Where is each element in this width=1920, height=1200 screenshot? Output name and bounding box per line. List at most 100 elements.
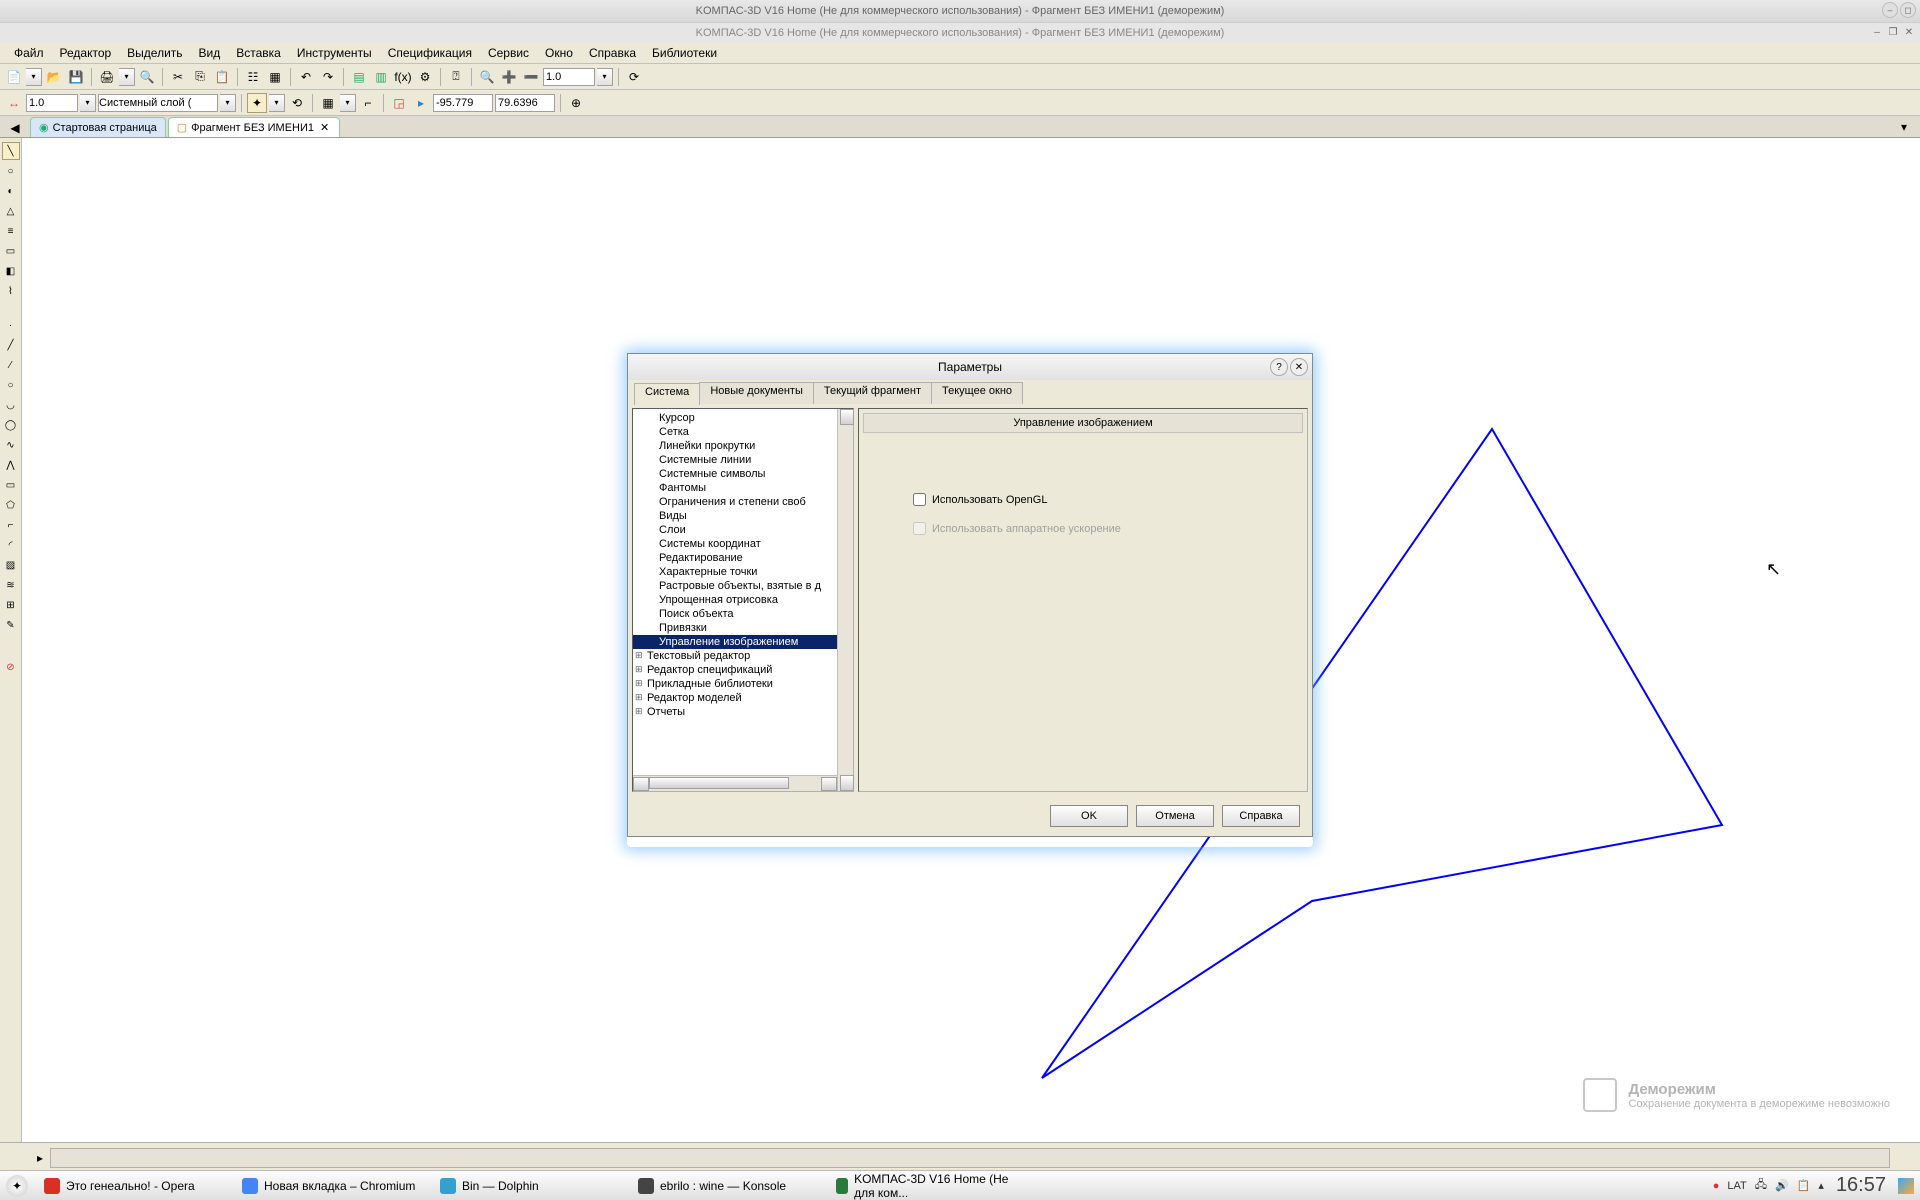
tree-item[interactable]: Характерные точки: [633, 565, 837, 579]
ok-button[interactable]: OK: [1050, 805, 1128, 827]
show-desktop-icon[interactable]: [1898, 1178, 1914, 1194]
layer-select[interactable]: [98, 94, 218, 112]
mdi-minimize-button[interactable]: –: [1870, 25, 1884, 39]
tab-fragment[interactable]: ▢ Фрагмент БЕЗ ИМЕНИ1 ✕: [168, 117, 340, 137]
opengl-checkbox-row[interactable]: Использовать OpenGL: [913, 493, 1303, 506]
arc-tool-icon[interactable]: ◡: [2, 396, 20, 414]
palette-icon-6[interactable]: ◧: [2, 262, 20, 280]
copy-icon[interactable]: ⎘: [190, 67, 210, 87]
zoom-scale-input[interactable]: [543, 68, 595, 86]
dialog-tab-system[interactable]: Система: [634, 383, 700, 405]
menu-editor[interactable]: Редактор: [52, 44, 120, 62]
tab-start-page[interactable]: ◉ Стартовая страница: [30, 117, 166, 137]
tree-item[interactable]: Растровые объекты, взятые в д: [633, 579, 837, 593]
preview-icon[interactable]: 🔍: [137, 67, 157, 87]
rect-tool-icon[interactable]: ▭: [2, 476, 20, 494]
coord-x-input[interactable]: [433, 94, 493, 112]
layer-dropdown[interactable]: ▾: [220, 94, 236, 112]
menu-help[interactable]: Справка: [581, 44, 644, 62]
tray-clipboard-icon[interactable]: 📋: [1797, 1179, 1811, 1192]
ortho-icon[interactable]: ⌐: [358, 93, 378, 113]
tabstrip-arrow-icon[interactable]: ◀: [6, 119, 24, 137]
zoom-window-icon[interactable]: 🔍: [477, 67, 497, 87]
tab-close-icon[interactable]: ✕: [318, 121, 331, 134]
spline-tool-icon[interactable]: ∿: [2, 436, 20, 454]
equid-tool-icon[interactable]: ≋: [2, 576, 20, 594]
taskbar-task[interactable]: ebrilo : wine — Konsole: [632, 1174, 822, 1198]
zoom-scale-dropdown[interactable]: ▾: [597, 68, 613, 86]
manager-icon[interactable]: ▤: [349, 67, 369, 87]
taskbar-task[interactable]: Bin — Dolphin: [434, 1174, 624, 1198]
local-cs-icon[interactable]: ◲: [389, 93, 409, 113]
line-tool-icon[interactable]: ╱: [2, 336, 20, 354]
tree-item[interactable]: Редактирование: [633, 551, 837, 565]
tree-vertical-scrollbar[interactable]: [837, 409, 853, 791]
help-button[interactable]: Справка: [1222, 805, 1300, 827]
tree-item-parent[interactable]: Редактор спецификаций: [633, 663, 837, 677]
hatch-tool-icon[interactable]: ▨: [2, 556, 20, 574]
palette-icon-7[interactable]: ⌇: [2, 282, 20, 300]
mdi-restore-button[interactable]: ❐: [1886, 25, 1900, 39]
palette-icon-5[interactable]: ▭: [2, 242, 20, 260]
dialog-tab-fragment[interactable]: Текущий фрагмент: [813, 382, 932, 404]
menu-select[interactable]: Выделить: [119, 44, 190, 62]
refresh-view-icon[interactable]: ⟳: [624, 67, 644, 87]
print-dropdown[interactable]: ▾: [119, 68, 135, 86]
chamfer-tool-icon[interactable]: ⌐: [2, 516, 20, 534]
opengl-checkbox[interactable]: [913, 493, 926, 506]
tray-icon[interactable]: ●: [1713, 1180, 1720, 1192]
circle-tool-icon[interactable]: ○: [2, 376, 20, 394]
tree-item[interactable]: Ограничения и степени своб: [633, 495, 837, 509]
tree-horizontal-scrollbar[interactable]: [633, 775, 837, 791]
tree-item[interactable]: Системные символы: [633, 467, 837, 481]
undo-icon[interactable]: ↶: [296, 67, 316, 87]
open-icon[interactable]: 📂: [44, 67, 64, 87]
tree-item[interactable]: Привязки: [633, 621, 837, 635]
tree-item-parent[interactable]: Прикладные библиотеки: [633, 677, 837, 691]
menu-insert[interactable]: Вставка: [228, 44, 289, 62]
menu-spec[interactable]: Спецификация: [380, 44, 480, 62]
dialog-tab-window[interactable]: Текущее окно: [931, 382, 1023, 404]
tree-item[interactable]: Сетка: [633, 425, 837, 439]
ellipse-tool-icon[interactable]: ◯: [2, 416, 20, 434]
dialog-tab-newdocs[interactable]: Новые документы: [699, 382, 814, 404]
polyline-tool-icon[interactable]: ⋀: [2, 456, 20, 474]
grid-dropdown[interactable]: ▾: [340, 94, 356, 112]
misc-tool-icon[interactable]: ✎: [2, 616, 20, 634]
tree-item[interactable]: Виды: [633, 509, 837, 523]
point-tool-icon[interactable]: ·: [2, 316, 20, 334]
tray-volume-icon[interactable]: 🔊: [1775, 1179, 1789, 1192]
menu-service[interactable]: Сервис: [480, 44, 537, 62]
tool-icon-2[interactable]: ⚙: [415, 67, 435, 87]
aux-line-tool-icon[interactable]: ⁄: [2, 356, 20, 374]
snap-toggle-icon[interactable]: ✦: [247, 93, 267, 113]
tree-item[interactable]: Поиск объекта: [633, 607, 837, 621]
variables-icon[interactable]: ▥: [371, 67, 391, 87]
tree-item[interactable]: Упрощенная отрисовка: [633, 593, 837, 607]
param-icon[interactable]: ⟲: [287, 93, 307, 113]
palette-icon-3[interactable]: △: [2, 202, 20, 220]
fillet-tool-icon[interactable]: ◜: [2, 536, 20, 554]
dialog-titlebar[interactable]: Параметры ? ✕: [628, 354, 1312, 380]
zoom-in-icon[interactable]: ➕: [499, 67, 519, 87]
step-icon[interactable]: ↔: [4, 93, 24, 113]
mdi-close-button[interactable]: ✕: [1902, 25, 1916, 39]
taskbar-task[interactable]: Новая вкладка – Chromium: [236, 1174, 426, 1198]
taskbar-task[interactable]: Это генеально! - Opera: [38, 1174, 228, 1198]
cut-icon[interactable]: ✂: [168, 67, 188, 87]
property-toggle-icon[interactable]: ▸: [30, 1148, 50, 1168]
tray-network-icon[interactable]: 🖧: [1755, 1176, 1767, 1195]
minimize-button[interactable]: –: [1882, 2, 1898, 18]
help-context-icon[interactable]: ⍰: [446, 67, 466, 87]
tabstrip-menu-icon[interactable]: ▾: [1894, 117, 1914, 137]
print-icon[interactable]: 🖨: [97, 67, 117, 87]
step-input[interactable]: [26, 94, 78, 112]
fx-icon[interactable]: f(x): [393, 67, 413, 87]
zoom-out-icon[interactable]: ➖: [521, 67, 541, 87]
step-dropdown[interactable]: ▾: [80, 94, 96, 112]
menu-libraries[interactable]: Библиотеки: [644, 44, 725, 62]
save-icon[interactable]: 💾: [66, 67, 86, 87]
extra-icon[interactable]: ⊕: [566, 93, 586, 113]
tree-item[interactable]: Курсор: [633, 411, 837, 425]
palette-icon-4[interactable]: ≡: [2, 222, 20, 240]
